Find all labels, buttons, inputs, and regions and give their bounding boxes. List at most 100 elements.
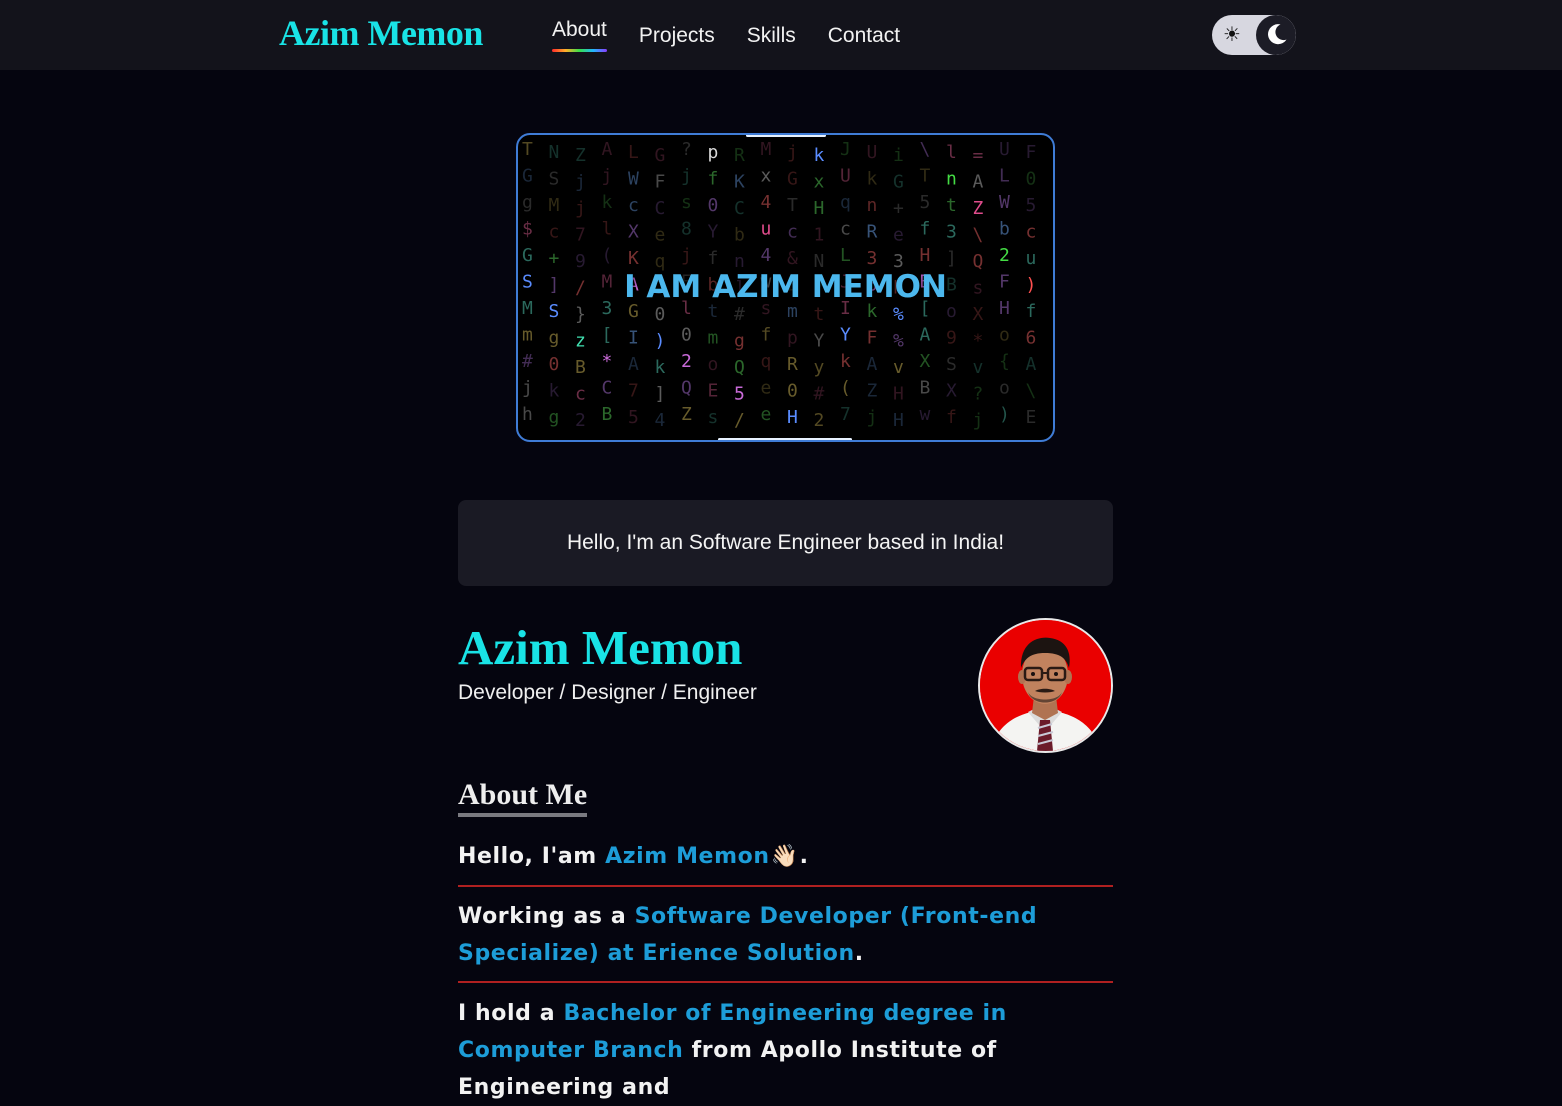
profile-name: Azim Memon — [458, 620, 743, 675]
site-logo[interactable]: Azim Memon — [279, 12, 483, 54]
matrix-glyph: c — [1026, 222, 1037, 243]
nav-item-label: Projects — [638, 24, 715, 47]
matrix-glyph: 7 — [575, 225, 586, 246]
matrix-glyph: A — [920, 325, 931, 346]
matrix-glyph: c — [840, 219, 851, 240]
matrix-glyph: L — [840, 245, 851, 266]
matrix-glyph: / — [734, 410, 745, 431]
matrix-glyph: A — [1026, 354, 1037, 375]
matrix-glyph: p — [787, 328, 798, 349]
matrix-glyph: j — [522, 378, 533, 399]
matrix-glyph: ? — [973, 384, 984, 405]
matrix-glyph: p — [708, 142, 719, 163]
top-edge-highlight — [746, 135, 826, 137]
matrix-glyph: m — [522, 325, 533, 346]
matrix-glyph: k — [655, 357, 666, 378]
matrix-glyph: $ — [522, 219, 533, 240]
matrix-glyph: # — [522, 351, 533, 372]
matrix-glyph: j — [681, 245, 692, 266]
matrix-glyph: j — [575, 198, 586, 219]
matrix-glyph: g — [549, 328, 560, 349]
matrix-glyph: { — [999, 351, 1010, 372]
nav-item-skills[interactable]: Skills — [747, 24, 796, 48]
matrix-glyph: \ — [973, 225, 984, 246]
matrix-glyph: b — [734, 225, 745, 246]
matrix-glyph: * — [973, 331, 984, 352]
matrix-glyph: x — [814, 172, 825, 193]
matrix-glyph: 4 — [761, 192, 772, 213]
top-navbar: Azim Memon About Projects Skills Contact… — [0, 0, 1562, 70]
matrix-glyph: F — [867, 328, 878, 349]
main-nav: About Projects Skills Contact — [552, 0, 900, 70]
waving-hand-icon: 👋🏻 — [770, 844, 799, 869]
matrix-glyph: X — [973, 304, 984, 325]
matrix-glyph: Z — [681, 404, 692, 425]
matrix-glyph: f — [920, 219, 931, 240]
matrix-glyph: ] — [655, 384, 666, 405]
nav-item-about[interactable]: About — [552, 18, 607, 52]
matrix-glyph: G — [787, 169, 798, 190]
matrix-glyph: G — [893, 172, 904, 193]
matrix-glyph: l — [946, 142, 957, 163]
matrix-glyph: M — [761, 139, 772, 160]
matrix-glyph: ( — [840, 378, 851, 399]
matrix-glyph: \ — [920, 139, 931, 160]
matrix-glyph: * — [602, 351, 613, 372]
matrix-glyph: 0 — [787, 381, 798, 402]
matrix-glyph: c — [787, 222, 798, 243]
nav-item-label: About — [552, 18, 607, 41]
matrix-glyph: f — [761, 325, 772, 346]
matrix-glyph: u — [761, 219, 772, 240]
nav-item-projects[interactable]: Projects — [639, 24, 715, 48]
matrix-glyph: Z — [575, 145, 586, 166]
matrix-glyph: B — [920, 378, 931, 399]
matrix-glyph: Y — [840, 325, 851, 346]
nav-item-contact[interactable]: Contact — [828, 24, 900, 48]
section-divider — [458, 885, 1113, 887]
matrix-glyph: & — [787, 248, 798, 269]
matrix-glyph: q — [840, 192, 851, 213]
matrix-glyph: 7 — [840, 404, 851, 425]
matrix-glyph: ) — [655, 331, 666, 352]
matrix-glyph: K — [628, 248, 639, 269]
matrix-glyph: G — [522, 245, 533, 266]
matrix-glyph: R — [867, 222, 878, 243]
theme-toggle[interactable]: ☀ — [1212, 15, 1296, 55]
matrix-glyph: C — [734, 198, 745, 219]
matrix-glyph: 5 — [920, 192, 931, 213]
matrix-glyph: Y — [708, 222, 719, 243]
matrix-glyph: x — [761, 166, 772, 187]
section-divider — [458, 981, 1113, 983]
nav-item-label: Skills — [746, 24, 796, 47]
matrix-glyph: f — [946, 407, 957, 428]
matrix-glyph: 5 — [1026, 195, 1037, 216]
matrix-glyph: v — [893, 357, 904, 378]
work-prefix: Working as a — [458, 904, 635, 929]
matrix-glyph: A — [602, 139, 613, 160]
matrix-glyph: w — [920, 404, 931, 425]
matrix-glyph: j — [602, 166, 613, 187]
matrix-glyph: 1 — [814, 225, 825, 246]
matrix-glyph: U — [867, 142, 878, 163]
matrix-glyph: 0 — [681, 325, 692, 346]
matrix-glyph: s — [708, 407, 719, 428]
matrix-glyph: 0 — [708, 195, 719, 216]
matrix-glyph: W — [628, 169, 639, 190]
matrix-glyph: 5 — [734, 384, 745, 405]
matrix-glyph: c — [549, 222, 560, 243]
matrix-glyph: ] — [946, 248, 957, 269]
matrix-glyph: G — [655, 145, 666, 166]
matrix-glyph: Q — [734, 357, 745, 378]
matrix-glyph: k — [549, 381, 560, 402]
hero-matrix-banner: T Gg $ G S Mm # j h N S Mc +] Sg 0 k g Zj j 7 9/} z Bc 2 Aj k l(M 3… — [516, 133, 1055, 442]
matrix-glyph: Z — [973, 198, 984, 219]
matrix-glyph: U — [999, 139, 1010, 160]
matrix-glyph: g — [549, 407, 560, 428]
matrix-glyph: F — [655, 172, 666, 193]
matrix-glyph: C — [655, 198, 666, 219]
hero-title: I AM AZIM MEMON — [624, 269, 947, 305]
matrix-glyph: X — [946, 381, 957, 402]
matrix-glyph: 2 — [575, 410, 586, 431]
matrix-glyph: q — [761, 351, 772, 372]
matrix-glyph: W — [999, 192, 1010, 213]
